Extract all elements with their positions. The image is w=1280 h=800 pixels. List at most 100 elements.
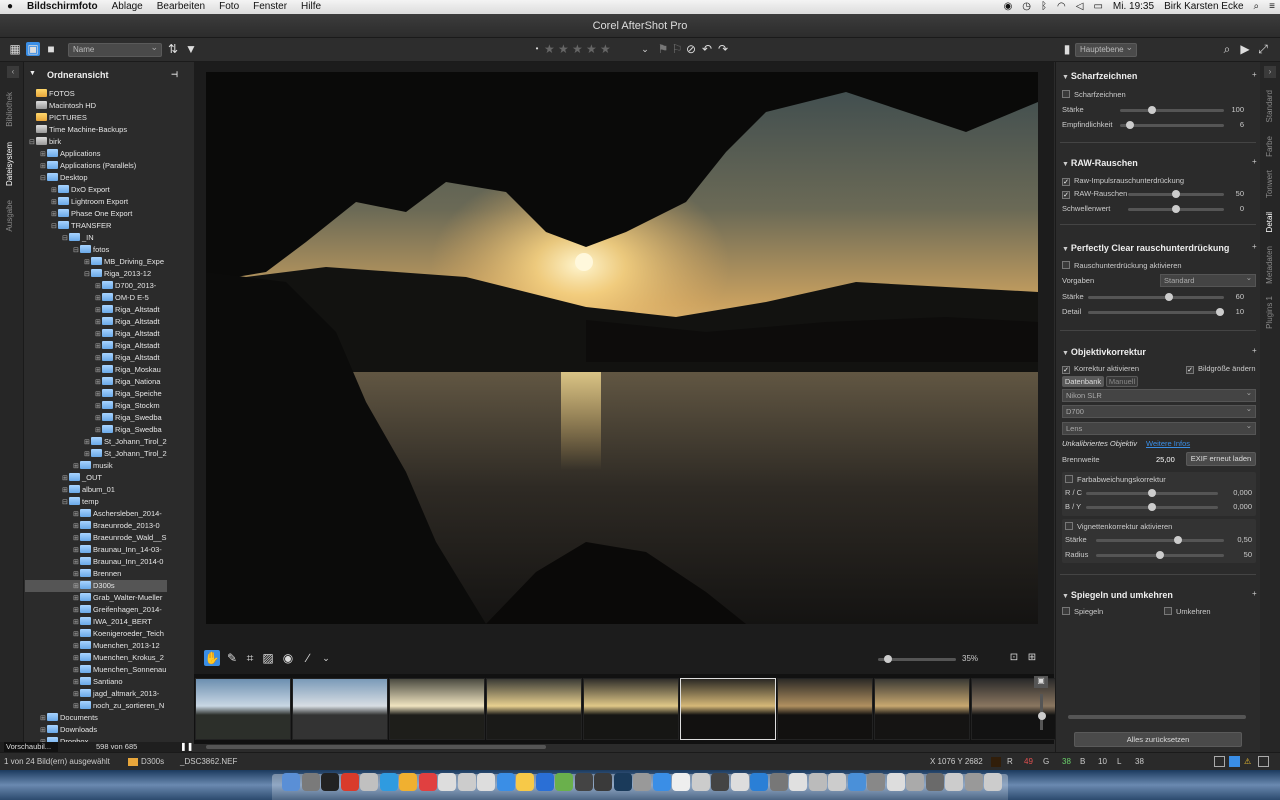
raw-noise-slider[interactable] [1128, 190, 1224, 198]
dock-app-icon[interactable] [321, 773, 339, 791]
tree-expand-icon[interactable]: ⊞ [95, 389, 102, 400]
tree-item[interactable]: ⊟ Riga_2013-12 [25, 268, 167, 280]
raw-thresh-slider[interactable] [1128, 205, 1224, 213]
menu-ablage[interactable]: Ablage [105, 0, 150, 14]
tree-expand-icon[interactable]: ⊞ [73, 641, 80, 652]
dock-app-icon[interactable] [438, 773, 456, 791]
sharpen-staerke-slider[interactable] [1120, 106, 1224, 114]
tree-expand-icon[interactable]: ⊞ [40, 725, 47, 736]
lens-select[interactable]: Lens [1062, 420, 1256, 435]
tree-item[interactable]: ⊞ Greifenhagen_2014- [25, 604, 167, 616]
radius-knob[interactable] [1156, 551, 1164, 559]
sharpen-enable[interactable]: Scharfzeichnen [1062, 90, 1126, 100]
tree-expand-icon[interactable]: ⊞ [40, 149, 47, 160]
search-icon[interactable]: ⌕ [1220, 42, 1234, 56]
tree-expand-icon[interactable]: ⊞ [95, 305, 102, 316]
raw-thresh-value[interactable]: 0 [1220, 204, 1244, 213]
tree-item[interactable]: ⊞ St_Johann_Tirol_2 [25, 436, 167, 448]
tree-item[interactable]: ⊞ Riga_Swedba [25, 412, 167, 424]
filmstrip-thumbnail[interactable] [486, 678, 582, 740]
tree-expand-icon[interactable]: ⊞ [95, 401, 102, 412]
tree-item[interactable]: ⊟ _IN [25, 232, 167, 244]
menu-fenster[interactable]: Fenster [246, 0, 294, 14]
notification-icon[interactable]: ≡ [1264, 0, 1280, 14]
star-1-icon[interactable]: ★ [544, 42, 555, 56]
time-machine-icon[interactable]: ◷ [1017, 0, 1036, 14]
tree-item[interactable]: ⊞ Santiano [25, 676, 167, 688]
sharpen-empf-slider[interactable] [1120, 121, 1224, 129]
pc-detail-value[interactable]: 10 [1220, 307, 1244, 316]
section-scharfzeichnen[interactable]: Scharfzeichnen [1062, 69, 1138, 83]
tree-expand-icon[interactable]: ⊞ [73, 557, 80, 568]
flag-icon[interactable]: ⚑ [656, 42, 670, 56]
tree-item[interactable]: ⊞ Muenchen_Krokus_2 [25, 652, 167, 664]
tab-tonwert[interactable]: Tonwert [1265, 170, 1274, 198]
dock-app-icon[interactable] [867, 773, 885, 791]
filmstrip-size-icon[interactable]: ▣ [1034, 676, 1048, 688]
tree-item[interactable]: ⊞ Riga_Nationa [25, 376, 167, 388]
dock-app-icon[interactable] [886, 773, 905, 791]
tree-item[interactable]: ⊞ Braeunrode_Wald__S [25, 532, 167, 544]
tree-item[interactable]: ⊞ Riga_Altstadt [25, 340, 167, 352]
single-view-icon[interactable]: ■ [44, 42, 58, 56]
rotate-left-icon[interactable]: ↶ [700, 42, 714, 56]
dock-app-icon[interactable] [750, 773, 768, 791]
section-menu-icon[interactable]: + [1252, 70, 1257, 80]
tree-item[interactable]: ⊞ Riga_Altstadt [25, 352, 167, 364]
radius-value[interactable]: 50 [1220, 550, 1252, 559]
tree-item[interactable]: ⊞ Riga_Moskau [25, 364, 167, 376]
dock-app-icon[interactable] [769, 773, 788, 791]
sharpen-empf-value[interactable]: 6 [1220, 120, 1244, 129]
fullscreen-icon[interactable]: ⤢ [1256, 42, 1270, 56]
tree-expand-icon[interactable]: ⊞ [95, 293, 102, 304]
tree-item[interactable]: ⊞ Braunau_Inn_2014-0 [25, 556, 167, 568]
sharpen-empf-knob[interactable] [1126, 121, 1134, 129]
tree-expand-icon[interactable]: ⊞ [51, 185, 58, 196]
tree-item[interactable]: ⊞ Grab_Walter-Mueller [25, 592, 167, 604]
tree-expand-icon[interactable]: ⊞ [73, 533, 80, 544]
dock-app-icon[interactable] [691, 773, 710, 791]
sharpen-staerke-knob[interactable] [1148, 106, 1156, 114]
tree-item[interactable]: ⊞ D700_2013- [25, 280, 167, 292]
dock-app-icon[interactable] [808, 773, 827, 791]
dock-app-icon[interactable] [925, 773, 944, 791]
tree-item[interactable]: ⊞ IWA_2014_BERT [25, 616, 167, 628]
wifi-icon[interactable]: ◠ [1052, 0, 1071, 14]
dock-app-icon[interactable] [984, 773, 1002, 791]
vig-staerke-value[interactable]: 0,50 [1220, 535, 1252, 544]
menu-hilfe[interactable]: Hilfe [294, 0, 328, 14]
tree-expand-icon[interactable]: ⊞ [84, 449, 91, 460]
lens-enable[interactable]: ✓ Korrektur aktivieren [1062, 364, 1139, 374]
rc-value[interactable]: 0,000 [1220, 488, 1252, 497]
tree-item[interactable]: ⊞ noch_zu_sortieren_N [25, 700, 167, 712]
tree-expand-icon[interactable]: ⊞ [95, 413, 102, 424]
tree-expand-icon[interactable]: ⊞ [73, 593, 80, 604]
filmstrip-scrollbar[interactable] [206, 745, 546, 749]
star-3-icon[interactable]: ★ [572, 42, 583, 56]
section-menu-icon[interactable]: + [1252, 589, 1257, 599]
filmstrip-thumbnail[interactable] [583, 678, 679, 740]
tree-item[interactable]: ⊞ Aschersleben_2014- [25, 508, 167, 520]
star-5-icon[interactable]: ★ [600, 42, 611, 56]
dock-app-icon[interactable] [945, 773, 963, 791]
tree-item[interactable]: ⊟ temp [25, 496, 167, 508]
tree-collapse-icon[interactable]: ⊟ [62, 233, 69, 244]
tree-item[interactable]: ⊞ Riga_Altstadt [25, 304, 167, 316]
no-rating-dot-icon[interactable]: • [530, 42, 544, 56]
rotate-right-icon[interactable]: ↷ [716, 42, 730, 56]
tree-expand-icon[interactable]: ⊞ [95, 281, 102, 292]
tree-expand-icon[interactable]: ⊞ [73, 605, 80, 616]
tree-expand-icon[interactable]: ⊞ [40, 713, 47, 724]
tree-collapse-icon[interactable]: ⊟ [73, 245, 80, 256]
tree-item[interactable]: ⊞ album_01 [25, 484, 167, 496]
tree-expand-icon[interactable]: ⊞ [95, 425, 102, 436]
section-menu-icon[interactable]: + [1252, 242, 1257, 252]
zoom-slider[interactable] [878, 655, 956, 663]
dock-app-icon[interactable] [555, 773, 573, 791]
tab-ausgabe[interactable]: Ausgabe [5, 200, 14, 232]
filmstrip-thumbnail[interactable] [971, 678, 1067, 740]
tree-expand-icon[interactable]: ⊞ [73, 569, 80, 580]
radius-slider[interactable] [1096, 551, 1224, 559]
rc-knob[interactable] [1148, 489, 1156, 497]
pc-detail-slider[interactable] [1088, 308, 1224, 316]
